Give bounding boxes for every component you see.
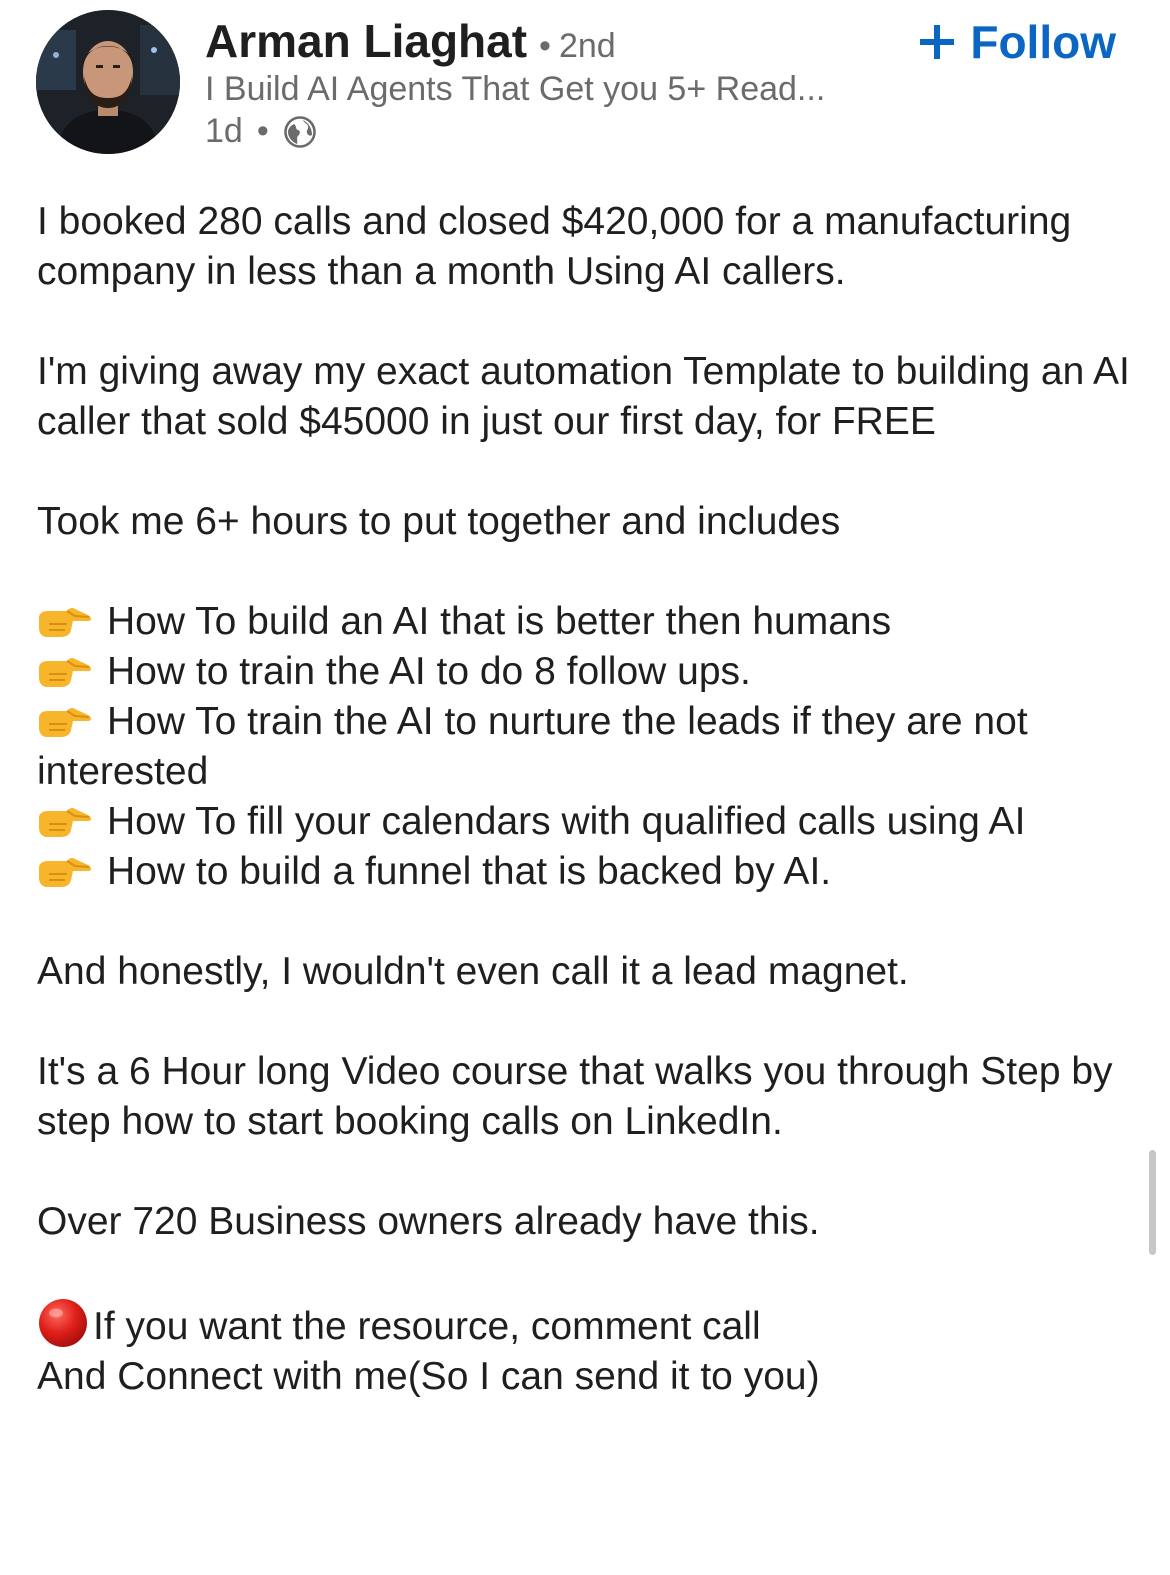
- author-name-row: Arman Liaghat • 2nd: [205, 14, 616, 70]
- pointing-hand-icon: [37, 601, 93, 637]
- globe-icon: [283, 115, 317, 149]
- author-avatar[interactable]: [36, 10, 180, 154]
- pointing-hand-icon: [37, 651, 93, 687]
- plus-icon: [918, 23, 956, 61]
- post-paragraph: Took me 6+ hours to put together and inc…: [37, 500, 841, 543]
- post-paragraph: I booked 280 calls and closed $420,000 f…: [37, 200, 1072, 293]
- post-paragraph: Over 720 Business owners already have th…: [37, 1200, 820, 1243]
- pointing-hand-icon: [37, 801, 93, 837]
- author-name[interactable]: Arman Liaghat: [205, 14, 527, 68]
- pointing-hand-icon: [37, 851, 93, 887]
- post-meta: 1d •: [205, 112, 317, 151]
- scrollbar[interactable]: [1149, 1150, 1156, 1255]
- bullet-item: How To train the AI to nurture the leads…: [37, 697, 1137, 797]
- cta-line-2: And Connect with me(So I can send it to …: [37, 1355, 820, 1398]
- follow-label: Follow: [970, 16, 1116, 68]
- bullet-text: How To fill your calendars with qualifie…: [107, 800, 1026, 843]
- red-circle-icon: [37, 1297, 89, 1349]
- post-paragraph: I'm giving away my exact automation Temp…: [37, 350, 1130, 443]
- pointing-hand-icon: [37, 701, 93, 737]
- connection-degree: 2nd: [558, 27, 616, 65]
- bullet-item: How to build a funnel that is backed by …: [37, 847, 1137, 897]
- call-to-action: If you want the resource, comment call A…: [37, 1297, 1137, 1402]
- bullet-text: How to build a funnel that is backed by …: [107, 850, 832, 893]
- post-paragraph: It's a 6 Hour long Video course that wal…: [37, 1050, 1113, 1143]
- bullet-item: How to train the AI to do 8 follow ups.: [37, 647, 1137, 697]
- degree-separator: •: [539, 27, 551, 65]
- bullet-item: How To build an AI that is better then h…: [37, 597, 1137, 647]
- follow-button[interactable]: Follow: [918, 14, 1116, 70]
- bullet-item: How To fill your calendars with qualifie…: [37, 797, 1137, 847]
- time-separator: •: [256, 112, 269, 150]
- post-time: 1d: [205, 112, 243, 150]
- author-headline[interactable]: I Build AI Agents That Get you 5+ Read..…: [205, 70, 825, 109]
- post-body: I booked 280 calls and closed $420,000 f…: [37, 197, 1137, 1402]
- cta-line-1: If you want the resource, comment call: [93, 1305, 761, 1348]
- post-paragraph: And honestly, I wouldn't even call it a …: [37, 950, 909, 993]
- bullet-text: How To build an AI that is better then h…: [107, 600, 892, 643]
- bullet-text: How to train the AI to do 8 follow ups.: [107, 650, 751, 693]
- bullet-list: How To build an AI that is better then h…: [37, 597, 1137, 897]
- avatar-image: [36, 10, 180, 154]
- bullet-text: How To train the AI to nurture the leads…: [37, 700, 1028, 793]
